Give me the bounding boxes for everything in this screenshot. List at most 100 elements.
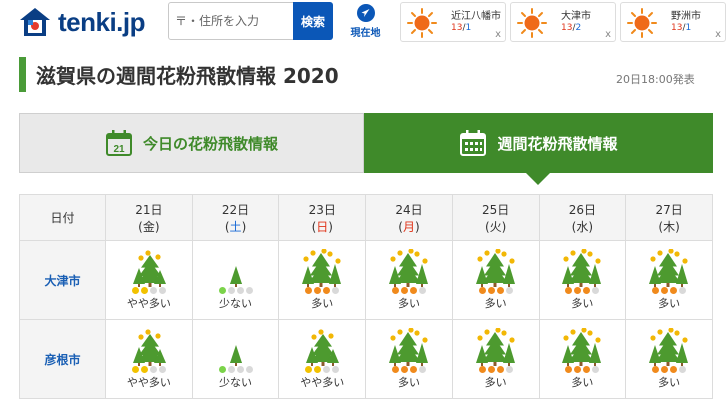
level-label: 多い xyxy=(658,376,681,389)
pollen-cell: 多い xyxy=(625,240,713,320)
level-dot xyxy=(661,287,669,294)
day-of-week: 月 xyxy=(402,219,415,234)
city-weather-card[interactable]: 野洲市 13/1 x xyxy=(620,2,726,42)
city-temperature: 13/1 xyxy=(671,23,691,33)
level-dot xyxy=(332,366,340,373)
logo-text: tenki.jp xyxy=(58,6,146,37)
high-temp: 13 xyxy=(451,23,463,33)
day-of-week: 水 xyxy=(576,219,589,234)
day-of-week: 金 xyxy=(142,219,155,234)
level-dot xyxy=(391,366,399,373)
city-weather-card[interactable]: 大津市 13/2 x xyxy=(510,2,616,42)
cedar-pollen-icon xyxy=(388,328,428,366)
level-dot xyxy=(236,287,244,294)
cedar-pollen-icon xyxy=(649,249,689,287)
city-link[interactable]: 大津市 xyxy=(44,274,80,288)
level-dot xyxy=(583,366,591,373)
level-dot xyxy=(218,287,226,294)
level-indicator xyxy=(453,366,539,373)
date-header-row: 日付 21日 (金) 22日 (土) 23日 (日) 24日 (月) 25日 (火) 26日 (水) 2… xyxy=(19,194,713,241)
level-dot xyxy=(314,287,322,294)
level-label: 多い xyxy=(658,297,681,310)
level-indicator xyxy=(193,287,279,294)
date-label: 23日 xyxy=(308,202,336,217)
pollen-cell: やや多い xyxy=(105,319,193,399)
city-cell[interactable]: 大津市 xyxy=(19,240,106,320)
level-dot xyxy=(305,366,313,373)
level-dot xyxy=(227,366,235,373)
search-input[interactable] xyxy=(175,10,293,32)
cedar-pollen-icon xyxy=(302,249,342,287)
cedar-pollen-icon xyxy=(229,266,242,287)
location-arrow-icon xyxy=(356,4,375,22)
level-dot xyxy=(496,287,504,294)
level-dot xyxy=(661,366,669,373)
city-name: 大津市 xyxy=(561,11,591,22)
active-tab-pointer xyxy=(525,172,551,185)
city-temperature: 13/1 xyxy=(451,23,471,33)
level-dot xyxy=(565,287,573,294)
level-label: 多い xyxy=(397,376,420,389)
pollen-cell: 多い xyxy=(278,240,367,320)
close-icon[interactable]: x xyxy=(605,29,611,40)
pollen-cell: やや多い xyxy=(278,319,367,399)
level-indicator xyxy=(626,287,712,294)
city-link[interactable]: 彦根市 xyxy=(44,353,80,367)
date-label: 25日 xyxy=(482,202,510,217)
level-indicator xyxy=(626,366,712,373)
high-temp: 13 xyxy=(561,23,573,33)
level-dot xyxy=(583,287,591,294)
pollen-cell: 多い xyxy=(451,319,540,399)
close-icon[interactable]: x xyxy=(495,29,501,40)
level-dot xyxy=(323,366,331,373)
level-dot xyxy=(670,366,678,373)
pollen-cell: 多い xyxy=(451,240,540,320)
day-of-week: 木 xyxy=(663,219,676,234)
level-dot xyxy=(245,366,253,373)
city-cell[interactable]: 彦根市 xyxy=(19,319,106,399)
level-label: 多い xyxy=(484,297,507,310)
level-dot xyxy=(245,287,253,294)
pollen-cell: 少ない xyxy=(191,319,280,399)
level-dot xyxy=(418,287,426,294)
date-header-cell: 24日 (月) xyxy=(365,194,453,241)
level-label: やや多い xyxy=(126,376,171,389)
level-dot xyxy=(140,287,148,294)
pollen-cell: 多い xyxy=(625,319,713,399)
level-dot xyxy=(314,366,322,373)
city-weather-card[interactable]: 近江八幡市 13/1 x xyxy=(400,2,506,42)
level-dot xyxy=(236,366,244,373)
level-dot xyxy=(574,366,582,373)
level-dot xyxy=(574,287,582,294)
cedar-pollen-icon xyxy=(132,329,166,366)
high-temp: 13 xyxy=(671,23,683,33)
level-label: 少ない xyxy=(219,297,253,310)
cedar-pollen-icon xyxy=(475,328,515,366)
level-label: 多い xyxy=(484,376,507,389)
tab-today-label: 今日の花粉飛散情報 xyxy=(142,134,278,153)
site-header: tenki.jp 検索 現在地 近江八幡市13/1x大津市13/2x野洲市13/… xyxy=(0,0,726,46)
city-name: 野洲市 xyxy=(671,11,701,22)
search-button[interactable]: 検索 xyxy=(293,2,333,40)
table-row: 彦根市 やや多い 少ない やや多い 多い 多い 多い 多い xyxy=(19,319,713,399)
level-indicator xyxy=(453,287,539,294)
level-dot xyxy=(218,366,226,373)
site-logo[interactable]: tenki.jp xyxy=(18,6,146,38)
level-dot xyxy=(565,366,573,373)
pollen-cell: やや多い xyxy=(105,240,193,320)
cedar-pollen-icon xyxy=(388,249,428,287)
level-indicator xyxy=(540,366,626,373)
current-location-button[interactable]: 現在地 xyxy=(338,2,393,42)
close-icon[interactable]: x xyxy=(715,29,721,40)
date-header-cell: 22日 (土) xyxy=(191,194,280,241)
page-title: 滋賀県の週間花粉飛散情報 2020 xyxy=(36,64,339,88)
level-indicator xyxy=(193,366,279,373)
level-indicator xyxy=(366,287,452,294)
level-dot xyxy=(652,287,660,294)
cedar-pollen-icon xyxy=(562,249,602,287)
title-accent-bar xyxy=(19,57,26,92)
tab-weekly-pollen[interactable]: 週間花粉飛散情報 xyxy=(364,113,713,173)
tab-today-pollen[interactable]: 21 今日の花粉飛散情報 xyxy=(19,113,364,173)
date-label: 22日 xyxy=(221,202,250,217)
svg-text:21: 21 xyxy=(113,144,125,155)
